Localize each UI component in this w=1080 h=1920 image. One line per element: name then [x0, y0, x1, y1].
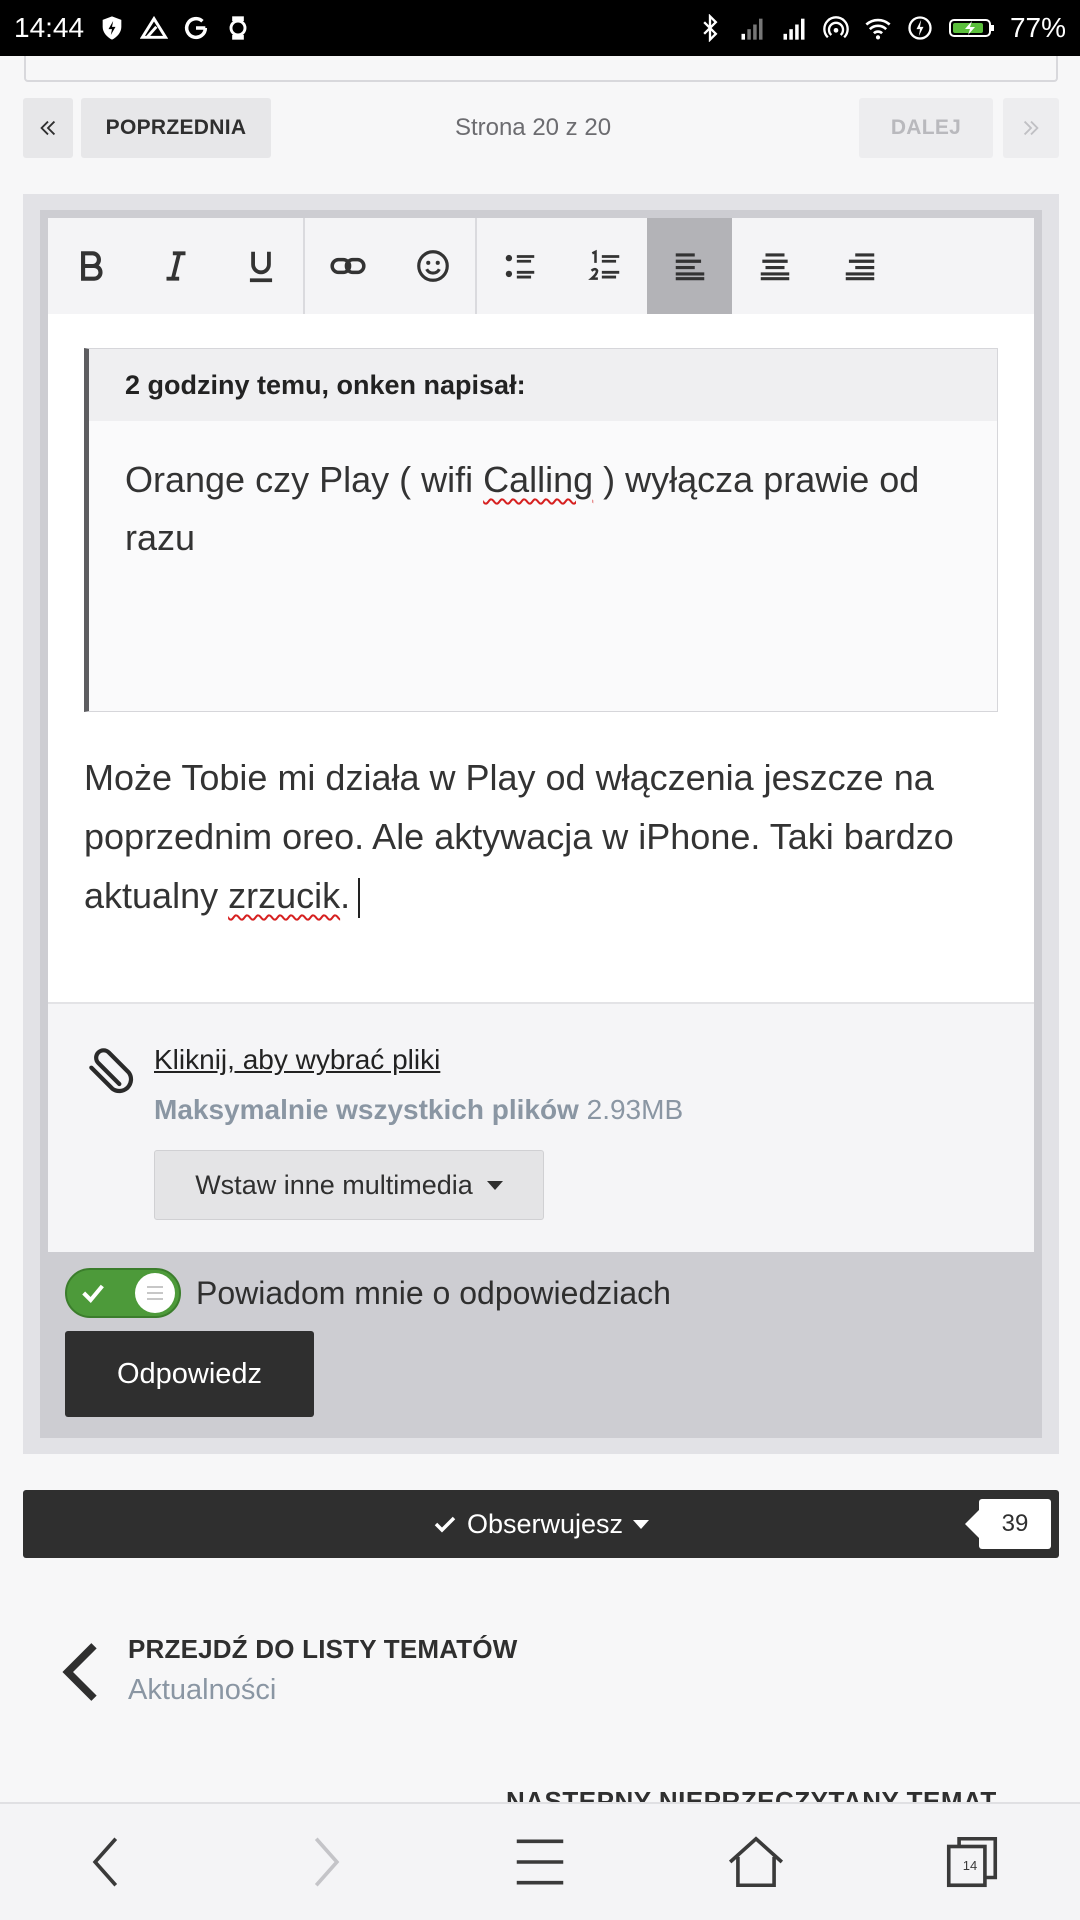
check-icon [82, 1284, 104, 1304]
paperclip-icon [89, 1048, 134, 1094]
page-indicator: Strona 20 z 20 [454, 114, 612, 141]
italic-icon [166, 251, 185, 281]
notify-label[interactable]: Powiadom mnie o odpowiedziach [196, 1270, 671, 1316]
check-icon [434, 1516, 456, 1533]
status-bar: 14:44 77% [0, 0, 1080, 56]
notify-toggle[interactable] [65, 1268, 181, 1318]
previous-page-button[interactable]: POPRZEDNIA [81, 98, 271, 158]
battery-percent: 77% [1009, 12, 1066, 43]
status-time: 14:44 [14, 12, 85, 43]
bold-button[interactable] [48, 218, 133, 314]
reply-text-area[interactable]: Może Tobie mi działa w Play od włączenia… [84, 748, 1004, 925]
link-icon [329, 257, 366, 275]
quote-text: Orange czy Play ( wifi Calling ) wyłącza… [125, 459, 920, 558]
home-button[interactable] [711, 1817, 801, 1907]
battery-charging-icon [948, 14, 996, 42]
bluetooth-icon [696, 14, 724, 42]
link-button[interactable] [305, 218, 390, 314]
max-upload-size: Maksymalnie wszystkich plików 2.93MB [154, 1094, 684, 1125]
chevron-left-icon[interactable] [56, 1642, 102, 1702]
underline-button[interactable] [218, 218, 303, 314]
underline-icon [249, 251, 272, 283]
next-unread-topic-link[interactable]: NASTĘPNY NIEPRZECZYTANY TEMAT [506, 1786, 997, 1802]
numbered-list-button[interactable] [562, 218, 647, 314]
forum-name-link[interactable]: Aktualności [128, 1674, 276, 1707]
caret-down-icon [633, 1519, 650, 1529]
forward-button[interactable] [279, 1817, 369, 1907]
attachment-area: Kliknij, aby wybrać pliki Maksymalnie ws… [48, 1002, 1034, 1252]
arrow-left-icon [92, 1837, 118, 1887]
home-icon [728, 1836, 784, 1888]
bold-icon [80, 251, 103, 281]
quote-citation: 2 godziny temu, onken napisał: [89, 349, 997, 421]
hotspot-icon [822, 14, 850, 42]
watch-icon [224, 14, 252, 42]
misspelled-word[interactable]: Calling [483, 459, 593, 500]
numbered-list-icon [587, 249, 619, 280]
align-right-icon [845, 253, 874, 281]
quoted-post[interactable]: 2 godziny temu, onken napisał: Orange cz… [84, 348, 998, 712]
align-left-button[interactable] [647, 218, 732, 314]
smiley-icon [416, 250, 449, 282]
signal-weak-icon [738, 14, 766, 42]
align-left-icon [675, 253, 704, 281]
bullet-list-button[interactable] [477, 218, 562, 314]
first-page-button[interactable] [23, 98, 73, 158]
next-unread-clip: NASTĘPNY NIEPRZECZYTANY TEMAT [0, 1786, 1080, 1802]
tabs-button[interactable]: 14 [927, 1817, 1017, 1907]
triangle-app-icon [140, 14, 169, 42]
align-center-button[interactable] [732, 218, 817, 314]
toggle-knob [135, 1273, 175, 1313]
misspelled-word[interactable]: zrzucik [228, 875, 340, 916]
emoji-button[interactable] [390, 218, 475, 314]
back-button[interactable] [63, 1817, 153, 1907]
pagination: POPRZEDNIA Strona 20 z 20 DALEJ [23, 98, 1059, 158]
shield-icon [98, 14, 126, 42]
double-chevron-left-icon [40, 120, 56, 136]
insert-media-button[interactable]: Wstaw inne multimedia [154, 1150, 544, 1220]
google-icon [182, 14, 210, 42]
signal-icon [780, 14, 808, 42]
double-chevron-right-icon [1023, 120, 1039, 136]
last-page-button[interactable] [1003, 98, 1059, 158]
caret-down-icon [486, 1180, 503, 1190]
tab-count: 14 [962, 1857, 978, 1873]
next-page-button[interactable]: DALEJ [859, 98, 993, 158]
follower-count-badge: 39 [965, 1499, 1051, 1549]
rich-text-editor: 2 godziny temu, onken napisał: Orange cz… [48, 218, 1034, 1252]
previous-post-edge [24, 56, 1058, 82]
align-center-icon [760, 253, 789, 281]
follow-button[interactable]: Obserwujesz 39 [23, 1490, 1059, 1558]
wifi-icon [864, 14, 892, 42]
italic-button[interactable] [133, 218, 218, 314]
follow-label: Obserwujesz [466, 1508, 624, 1539]
power-saver-icon [906, 14, 934, 42]
reply-submit-button[interactable]: Odpowiedz [65, 1331, 314, 1417]
hamburger-menu-icon [516, 1839, 564, 1885]
back-to-topics-link[interactable]: PRZEJDŹ DO LISTY TEMATÓW [128, 1634, 518, 1665]
arrow-right-icon [314, 1837, 340, 1887]
editor-toolbar [48, 218, 1034, 314]
bullet-list-icon [505, 254, 534, 279]
browser-bottom-bar: 14 [0, 1802, 1080, 1920]
menu-button[interactable] [495, 1817, 585, 1907]
align-right-button[interactable] [817, 218, 902, 314]
text-cursor [358, 878, 361, 919]
choose-files-link[interactable]: Kliknij, aby wybrać pliki [154, 1044, 440, 1076]
